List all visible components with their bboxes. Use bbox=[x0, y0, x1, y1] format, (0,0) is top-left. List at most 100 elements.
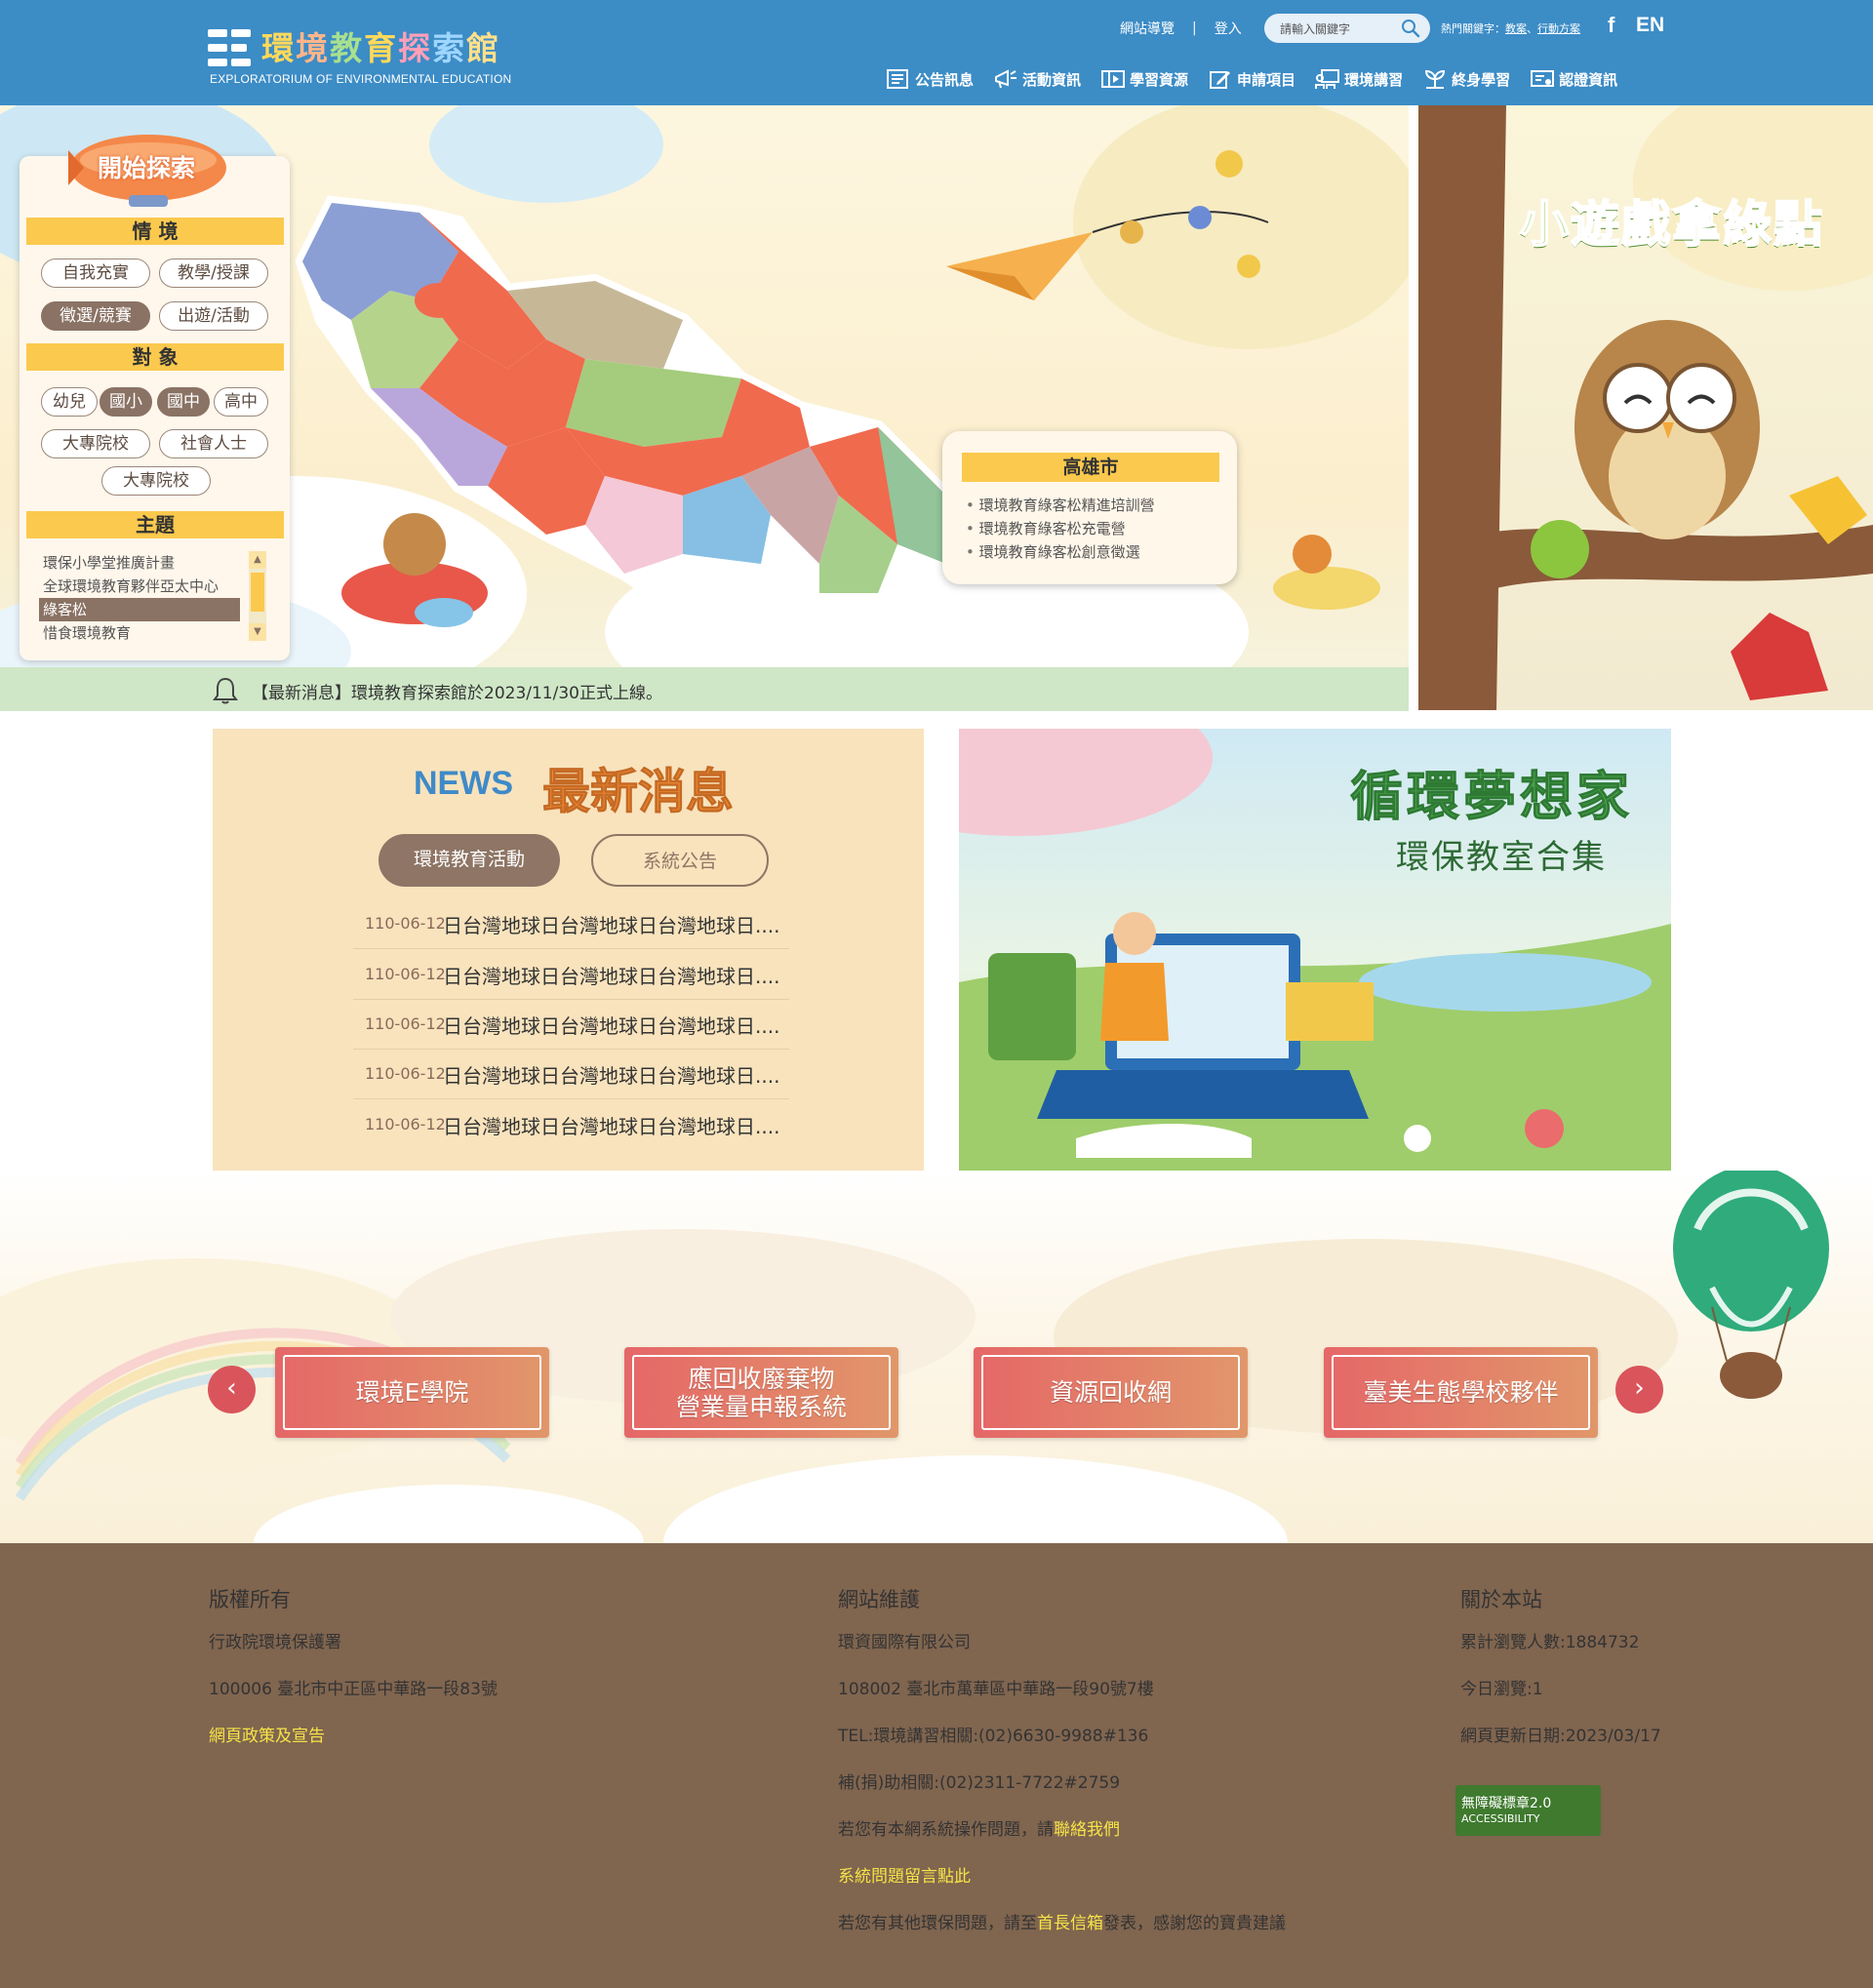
link-label: 環境E學院 bbox=[355, 1378, 469, 1407]
carousel-prev-button[interactable]: ‹ bbox=[208, 1366, 256, 1413]
chip-public[interactable]: 社會人士 bbox=[159, 429, 268, 458]
link-env-e-academy[interactable]: 環境E學院 bbox=[275, 1347, 549, 1438]
chip-competition[interactable]: 徵選/競賽 bbox=[41, 301, 150, 331]
topic-item-selected[interactable]: 綠客松 bbox=[39, 598, 240, 621]
link-waste-reporting-system[interactable]: 應回收廢棄物 營業量申報系統 bbox=[624, 1347, 898, 1438]
bell-icon bbox=[213, 677, 238, 704]
chip-elementary[interactable]: 國小 bbox=[100, 387, 152, 417]
tooltip-activity-link[interactable]: 環境教育綠客松精進培訓營 bbox=[966, 494, 1155, 517]
footer-contact-text: 若您有本網系統操作問題，請 bbox=[838, 1820, 1054, 1840]
hot-keyword-link[interactable]: 教案 bbox=[1505, 22, 1527, 35]
footer-policy-link[interactable]: 網頁政策及宣告 bbox=[209, 1725, 498, 1771]
site-header: 環境教育探索館 EXPLORATORIUM OF ENVIRONMENTAL E… bbox=[0, 0, 1873, 105]
utility-links: 網站導覽 | 登入 bbox=[1120, 14, 1242, 43]
nav-learning-resources[interactable]: 學習資源 bbox=[1100, 68, 1188, 90]
chip-senior-high[interactable]: 高中 bbox=[214, 387, 268, 417]
tooltip-region-name: 高雄市 bbox=[962, 453, 1219, 482]
chip-university-2[interactable]: 大專院校 bbox=[101, 466, 211, 496]
news-date: 110-06-12 bbox=[365, 965, 446, 983]
english-link[interactable]: EN bbox=[1636, 14, 1664, 37]
nav-label: 申請項目 bbox=[1237, 70, 1296, 89]
total-visits: 累計瀏覽人數:1884732 bbox=[1460, 1633, 1640, 1652]
chip-junior-high[interactable]: 國中 bbox=[157, 387, 210, 417]
chip-preschool[interactable]: 幼兒 bbox=[41, 387, 98, 417]
feedback-link[interactable]: 系統問題留言點此 bbox=[838, 1865, 1286, 1912]
nav-announcements[interactable]: 公告訊息 bbox=[886, 68, 974, 90]
sitemap-link[interactable]: 網站導覽 bbox=[1120, 19, 1175, 38]
tooltip-activity-link[interactable]: 環境教育綠客松充電營 bbox=[966, 517, 1155, 540]
scroll-thumb[interactable] bbox=[251, 573, 264, 612]
footer-mailbox-suffix: 發表，感謝您的寶貴建議 bbox=[1103, 1914, 1286, 1933]
news-badge-text: NEWS bbox=[414, 765, 513, 802]
link-eco-schools[interactable]: 臺美生態學校夥伴 bbox=[1324, 1347, 1598, 1438]
search-icon[interactable] bbox=[1401, 19, 1420, 38]
nav-env-lectures[interactable]: 環境講習 bbox=[1315, 68, 1403, 90]
topic-scrollbar[interactable]: ▲ ▼ bbox=[249, 551, 266, 641]
news-badge-icon: NEWS bbox=[414, 765, 513, 802]
topic-item[interactable]: 惜食環境教育 bbox=[39, 621, 263, 645]
login-link[interactable]: 登入 bbox=[1215, 19, 1242, 38]
news-date: 110-06-12 bbox=[365, 1115, 446, 1133]
search-input[interactable]: 請輸入關鍵字 bbox=[1264, 14, 1430, 43]
chip-teaching[interactable]: 教學/授課 bbox=[159, 258, 268, 288]
hot-keywords-label: 熱門關鍵字： bbox=[1441, 22, 1505, 35]
chip-self-enrichment[interactable]: 自我充實 bbox=[41, 258, 150, 288]
hot-keywords: 熱門關鍵字：教案、行動方案 bbox=[1441, 20, 1580, 36]
nav-applications[interactable]: 申請項目 bbox=[1208, 68, 1295, 90]
utility-separator: | bbox=[1192, 20, 1197, 36]
footer-org: 行政院環境保護署 bbox=[209, 1633, 341, 1652]
topic-item[interactable]: 環保小學堂推廣計畫 bbox=[39, 551, 263, 575]
hot-keyword-separator: 、 bbox=[1527, 22, 1537, 35]
scroll-up-icon[interactable]: ▲ bbox=[249, 551, 266, 569]
chip-outing[interactable]: 出遊/活動 bbox=[159, 301, 268, 331]
news-date: 110-06-12 bbox=[365, 1064, 446, 1083]
link-label: 臺美生態學校夥伴 bbox=[1363, 1378, 1559, 1407]
accessibility-badge[interactable]: 無障礙標章2.0 ACCESSIBILITY bbox=[1455, 1785, 1601, 1836]
accessibility-badge-sub: ACCESSIBILITY bbox=[1461, 1812, 1540, 1825]
footer-address: 100006 臺北市中正區中華路一段83號 bbox=[209, 1680, 498, 1699]
news-list-item[interactable]: 110-06-12 日台灣地球日台灣地球日台灣地球日.... bbox=[353, 1100, 789, 1150]
facebook-icon[interactable]: f bbox=[1608, 13, 1614, 38]
growth-icon bbox=[1425, 69, 1446, 89]
hot-keyword-link[interactable]: 行動方案 bbox=[1537, 22, 1580, 35]
tab-env-activities[interactable]: 環境教育活動 bbox=[379, 834, 560, 887]
nav-lifelong-learning[interactable]: 終身學習 bbox=[1422, 68, 1510, 90]
director-mailbox-link[interactable]: 首長信箱 bbox=[1037, 1914, 1103, 1933]
news-list-item[interactable]: 110-06-12 日台灣地球日台灣地球日台灣地球日.... bbox=[353, 950, 789, 1000]
news-title: 日台灣地球日台灣地球日台灣地球日.... bbox=[443, 1014, 780, 1038]
nav-activities[interactable]: 活動資訊 bbox=[993, 68, 1081, 90]
edit-icon bbox=[1210, 71, 1231, 89]
search-placeholder: 請輸入關鍵字 bbox=[1280, 22, 1351, 36]
site-logo[interactable]: 環境教育探索館 EXPLORATORIUM OF ENVIRONMENTAL E… bbox=[208, 27, 511, 86]
carousel-next-button[interactable]: › bbox=[1615, 1366, 1663, 1413]
news-list-item[interactable]: 110-06-12 日台灣地球日台灣地球日台灣地球日.... bbox=[353, 899, 789, 949]
chip-university[interactable]: 大專院校 bbox=[41, 429, 150, 458]
contact-us-link[interactable]: 聯絡我們 bbox=[1054, 1820, 1120, 1840]
news-title: 日台灣地球日台灣地球日台灣地球日.... bbox=[443, 965, 780, 988]
scroll-down-icon[interactable]: ▼ bbox=[249, 623, 266, 641]
news-ticker: 【最新消息】環境教育探索館於2023/11/30正式上線。 bbox=[0, 667, 1409, 711]
news-date: 110-06-12 bbox=[365, 1014, 446, 1033]
promo-title: 循環夢想家 bbox=[1350, 766, 1633, 828]
section-topic-heading: 主題 bbox=[26, 511, 284, 538]
tooltip-activity-link[interactable]: 環境教育綠客松創意徵選 bbox=[966, 540, 1155, 564]
mini-game-title: 小遊戲拿綠點 bbox=[1519, 195, 1824, 254]
footer-heading: 版權所有 bbox=[209, 1588, 291, 1611]
news-list-item[interactable]: 110-06-12 日台灣地球日台灣地球日台灣地球日.... bbox=[353, 1000, 789, 1050]
news-list-item[interactable]: 110-06-12 日台灣地球日台灣地球日台灣地球日.... bbox=[353, 1050, 789, 1099]
tab-system-announcements[interactable]: 系統公告 bbox=[591, 834, 769, 887]
footer-mailbox: 若您有其他環保問題，請至首長信箱發表，感謝您的寶貴建議 bbox=[838, 1912, 1286, 1959]
nav-certification[interactable]: 認證資訊 bbox=[1530, 68, 1617, 90]
last-updated: 網頁更新日期:2023/03/17 bbox=[1460, 1727, 1661, 1746]
news-heading: 最新消息 bbox=[541, 764, 735, 820]
news-title: 日台灣地球日台灣地球日台灣地球日.... bbox=[443, 1115, 780, 1138]
ticker-message[interactable]: 【最新消息】環境教育探索館於2023/11/30正式上線。 bbox=[252, 679, 662, 703]
main-nav: 公告訊息 活動資訊 學習資源 申請項目 環境講習 終身學習 認證資訊 bbox=[886, 64, 1637, 94]
link-recycling-network[interactable]: 資源回收網 bbox=[974, 1347, 1248, 1438]
logo-subtitle: EXPLORATORIUM OF ENVIRONMENTAL EDUCATION bbox=[210, 72, 512, 86]
news-title: 日台灣地球日台灣地球日台灣地球日.... bbox=[443, 1064, 780, 1088]
footer-heading: 網站維護 bbox=[838, 1588, 920, 1611]
nav-label: 活動資訊 bbox=[1022, 70, 1082, 89]
topic-item[interactable]: 全球環境教育夥伴亞太中心 bbox=[39, 575, 263, 598]
megaphone-icon bbox=[995, 69, 1017, 89]
